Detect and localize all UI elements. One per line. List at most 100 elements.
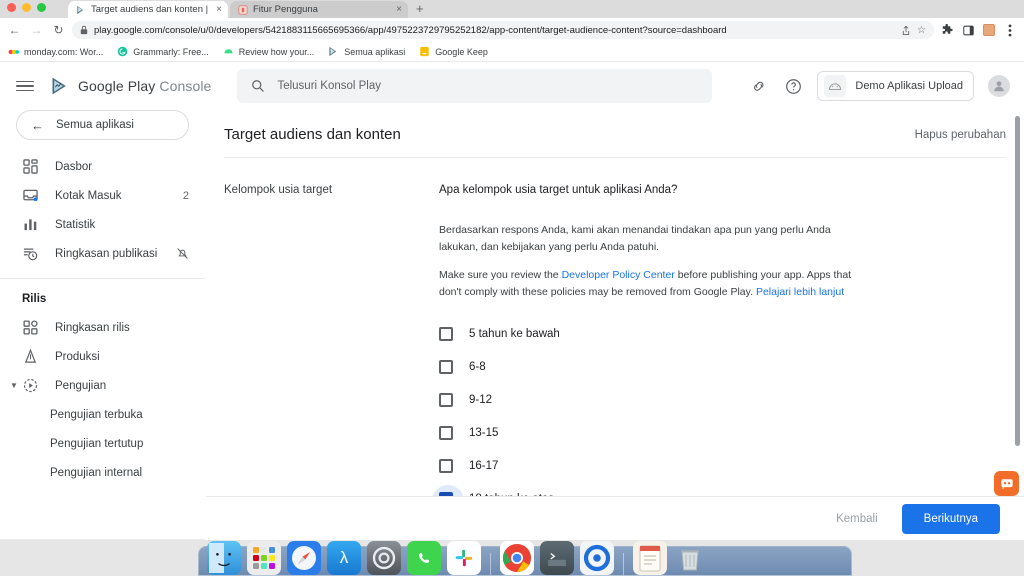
all-apps-button[interactable]: ← Semua aplikasi [16, 110, 189, 140]
terminal-icon[interactable] [540, 541, 574, 575]
sidebar-item-pengujian-tertutup[interactable]: Pengujian tertutup [0, 429, 205, 458]
chevron-down-icon[interactable]: ▼ [6, 381, 22, 390]
bookmark-label: Google Keep [435, 46, 488, 57]
sidebar-item-label: Pengujian tertutup [50, 437, 144, 450]
sidebar-section-title: Rilis [22, 293, 47, 305]
account-avatar[interactable] [988, 75, 1010, 97]
link-icon[interactable] [749, 76, 769, 96]
console-brand[interactable]: Google Play Console [50, 76, 211, 96]
developer-policy-center-link[interactable]: Developer Policy Center [562, 269, 675, 281]
hamburger-icon[interactable] [14, 75, 36, 97]
side-panel-icon[interactable] [960, 22, 976, 38]
share-icon[interactable] [901, 25, 911, 36]
feedback-icon[interactable] [994, 471, 1019, 496]
android-icon [224, 49, 233, 54]
next-button[interactable]: Berikutnya [901, 503, 1000, 534]
maximize-window-button[interactable] [37, 3, 46, 12]
trash-icon[interactable] [673, 541, 707, 575]
sidebar-item-pengujian-terbuka[interactable]: Pengujian terbuka [0, 400, 205, 429]
profile-avatar[interactable] [981, 22, 997, 38]
reload-button[interactable]: ↻ [50, 22, 67, 39]
age-option-row[interactable]: 6-8 [439, 351, 1006, 383]
search-input[interactable]: Telusuri Konsol Play [237, 69, 713, 103]
sidebar-item-statistik[interactable]: Statistik [0, 210, 205, 239]
address-bar[interactable]: play.google.com/console/u/0/developers/5… [72, 21, 934, 39]
preview-icon[interactable] [580, 541, 614, 575]
age-option-checkbox[interactable] [439, 426, 453, 440]
browser-tab-inactive[interactable]: Fitur Pengguna × [230, 1, 408, 18]
close-tab-button[interactable]: × [216, 4, 222, 15]
app-selector-chip[interactable]: Demo Aplikasi Upload [817, 71, 974, 101]
age-option-checkbox[interactable] [439, 327, 453, 341]
sidebar-item-label: Ringkasan rilis [55, 321, 130, 334]
bell-off-icon[interactable] [176, 247, 189, 260]
bookmark-item[interactable]: Review how your... [223, 46, 314, 57]
url-text: play.google.com/console/u/0/developers/5… [94, 24, 727, 36]
inbox-badge-count: 2 [182, 189, 189, 202]
xcode-icon[interactable]: λ [327, 541, 361, 575]
bookmark-item[interactable]: monday.com: Wor... [8, 46, 103, 57]
bookmark-item[interactable]: Grammarly: Free... [117, 46, 209, 57]
finder-icon[interactable] [207, 541, 241, 575]
bookmark-label: monday.com: Wor... [24, 46, 104, 57]
bookmark-label: Grammarly: Free... [133, 46, 209, 57]
back-button[interactable]: Kembali [826, 507, 888, 531]
extensions-icon[interactable] [939, 22, 955, 38]
age-option-row[interactable]: 16-17 [439, 450, 1006, 482]
window-traffic-lights [7, 3, 46, 12]
help-circle-icon[interactable] [783, 76, 803, 96]
question-text: Apa kelompok usia target untuk aplikasi … [439, 184, 678, 196]
play-console-icon [329, 46, 337, 57]
description-paragraph: Berdasarkan respons Anda, kami akan mena… [439, 224, 831, 253]
notes-icon[interactable] [633, 541, 667, 575]
bookmark-item[interactable]: Semua aplikasi [328, 46, 405, 57]
browser-tab-active[interactable]: Target audiens dan konten | De × [68, 1, 228, 18]
age-option-checkbox[interactable] [439, 360, 453, 374]
discard-changes-button[interactable]: Hapus perubahan [915, 129, 1006, 141]
age-option-row-selected[interactable]: 18 tahun ke atas [432, 483, 1006, 496]
chrome-icon[interactable] [500, 541, 534, 575]
age-option-label: 9-12 [469, 394, 493, 406]
new-tab-button[interactable]: + [416, 2, 424, 16]
page-scrollbar[interactable] [1015, 116, 1020, 446]
sidebar-item-kotak-masuk[interactable]: Kotak Masuk 2 [0, 181, 205, 210]
age-group-options: 5 tahun ke bawah 6-8 9-12 13-15 16-17 [432, 318, 1006, 496]
age-option-row[interactable]: 13-15 [439, 417, 1006, 449]
page-header: Target audiens dan konten Hapus perubaha… [224, 110, 1006, 157]
learn-more-link[interactable]: Pelajari lebih lanjut [756, 286, 844, 298]
slack-icon[interactable] [447, 541, 481, 575]
age-option-checkbox[interactable] [439, 459, 453, 473]
bookmark-star-icon[interactable]: ☆ [917, 25, 926, 36]
arrow-left-icon: ← [31, 117, 44, 133]
sidebar: ← Semua aplikasi Dasbor Kotak Masuk 2 St… [0, 110, 205, 540]
age-option-checkbox[interactable] [439, 393, 453, 407]
sidebar-item-pengujian[interactable]: ▼ Pengujian [0, 371, 205, 400]
testing-icon [22, 378, 39, 393]
console-body: ← Semua aplikasi Dasbor Kotak Masuk 2 St… [0, 110, 1024, 576]
whatsapp-icon[interactable] [407, 541, 441, 575]
minimize-window-button[interactable] [22, 3, 31, 12]
sidebar-item-produksi[interactable]: Produksi [0, 342, 205, 371]
age-option-checkbox-checked[interactable] [432, 485, 464, 496]
publishing-overview-icon [22, 246, 39, 261]
bookmark-item[interactable]: Google Keep [419, 46, 488, 57]
sidebar-item-dasbor[interactable]: Dasbor [0, 152, 205, 181]
chrome-menu-icon[interactable] [1002, 22, 1018, 38]
sidebar-item-ringkasan-publikasi[interactable]: Ringkasan publikasi [0, 239, 205, 268]
sidebar-item-pengujian-internal[interactable]: Pengujian internal [0, 458, 205, 487]
target-age-section: Kelompok usia target Apa kelompok usia t… [224, 158, 1006, 496]
policy-paragraph: Make sure you review the Developer Polic… [439, 267, 869, 301]
safari-icon[interactable] [287, 541, 321, 575]
dock-separator [490, 553, 491, 575]
close-window-button[interactable] [7, 3, 16, 12]
system-settings-icon[interactable] [367, 541, 401, 575]
age-option-row[interactable]: 5 tahun ke bawah [439, 318, 1006, 350]
sidebar-item-ringkasan-rilis[interactable]: Ringkasan rilis [0, 313, 205, 342]
sidebar-item-label: Statistik [55, 218, 96, 231]
close-tab-button[interactable]: × [396, 4, 402, 15]
launchpad-icon[interactable] [247, 541, 281, 575]
bookmarks-bar: monday.com: Wor... Grammarly: Free... Re… [0, 42, 1024, 62]
age-option-row[interactable]: 9-12 [439, 384, 1006, 416]
forward-button[interactable]: → [28, 22, 45, 39]
back-button[interactable]: ← [6, 22, 23, 39]
